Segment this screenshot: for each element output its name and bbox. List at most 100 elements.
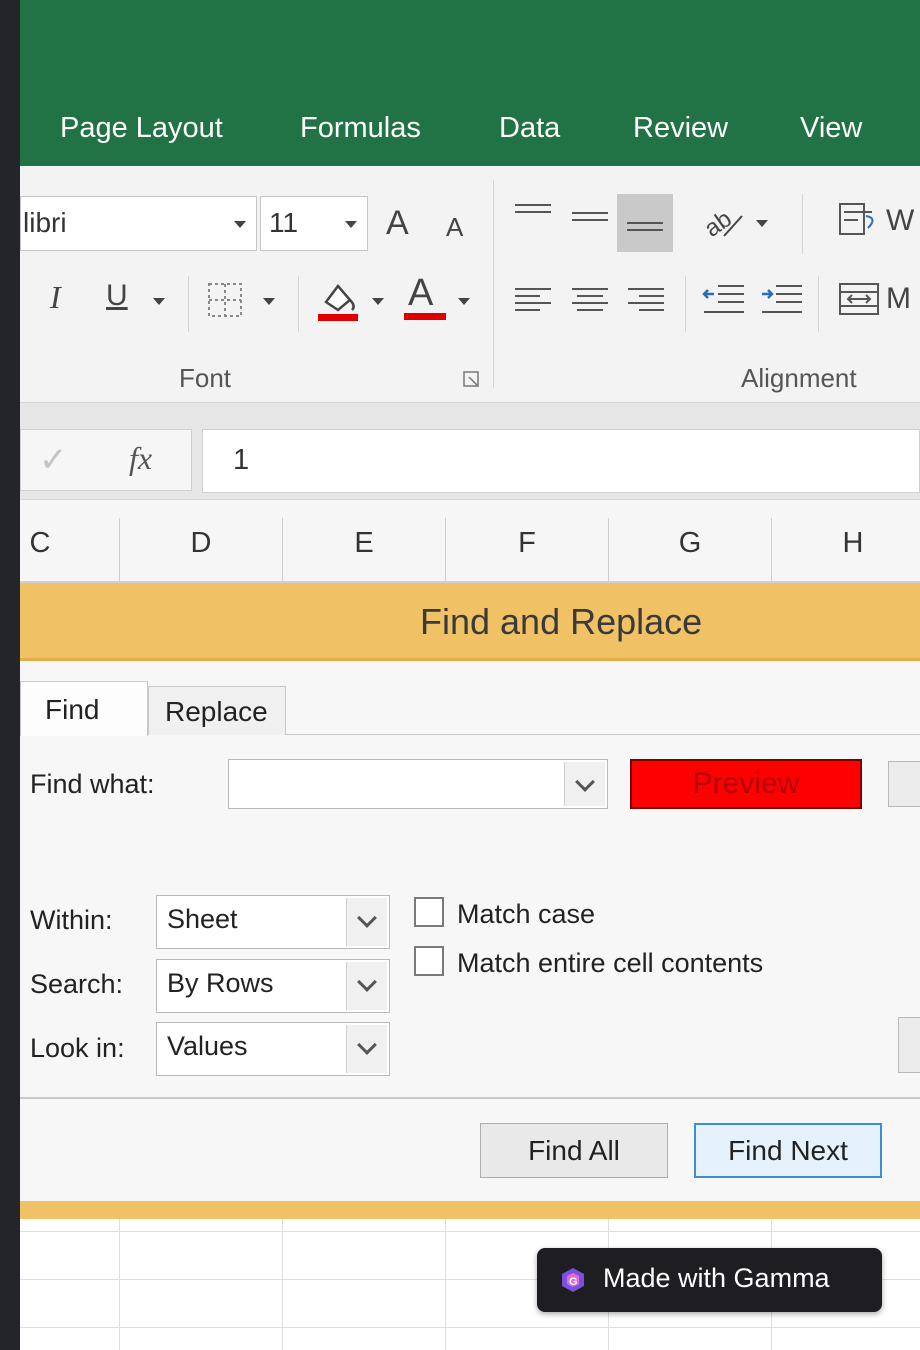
tab-data[interactable]: Data xyxy=(499,108,560,148)
preview-button[interactable]: Preview xyxy=(630,759,862,809)
button-area-divider xyxy=(20,1097,920,1099)
borders-dropdown-icon[interactable] xyxy=(263,298,275,305)
column-header-c[interactable]: C xyxy=(20,500,60,582)
merge-center-icon[interactable] xyxy=(838,280,882,320)
formula-input[interactable]: 1 xyxy=(202,429,920,493)
look-in-dropdown-button[interactable] xyxy=(346,1025,387,1073)
tab-review[interactable]: Review xyxy=(633,108,728,148)
tab-replace-label: Replace xyxy=(165,696,268,727)
find-what-input[interactable] xyxy=(228,759,608,809)
font-name-combo[interactable]: libri xyxy=(20,196,257,251)
match-case-label[interactable]: Match case xyxy=(457,899,595,930)
chevron-down-icon xyxy=(357,972,377,992)
gamma-badge-label: Made with Gamma xyxy=(603,1263,830,1293)
underline-icon[interactable]: U xyxy=(106,279,128,313)
font-color-icon[interactable]: A xyxy=(408,272,433,315)
borders-icon[interactable] xyxy=(205,280,245,320)
column-header-e[interactable]: E xyxy=(283,500,445,582)
svg-text:ab: ab xyxy=(700,205,737,242)
grid-col-line xyxy=(282,1219,283,1350)
increase-indent-icon[interactable] xyxy=(758,280,804,320)
bottom-align-icon xyxy=(627,222,663,236)
tab-find[interactable]: Find xyxy=(20,681,148,736)
group-separator xyxy=(493,180,494,388)
column-header-d[interactable]: D xyxy=(120,500,282,582)
orientation-dropdown-icon[interactable] xyxy=(756,220,768,227)
search-select[interactable]: By Rows xyxy=(156,959,390,1013)
font-dialog-launcher-icon[interactable] xyxy=(462,370,482,390)
separator xyxy=(802,194,803,254)
match-entire-checkbox[interactable] xyxy=(414,946,444,976)
within-value: Sheet xyxy=(167,904,238,934)
separator xyxy=(818,276,819,332)
formula-bar: ✓ fx 1 xyxy=(20,429,920,499)
column-header-g[interactable]: G xyxy=(609,500,771,582)
align-left-icon[interactable] xyxy=(515,288,551,316)
merge-center-label[interactable]: M xyxy=(886,282,911,316)
search-label: Search: xyxy=(30,969,124,999)
find-next-label: Find Next xyxy=(728,1135,848,1166)
options-button-partial[interactable] xyxy=(898,1017,920,1073)
separator xyxy=(188,276,189,332)
separator xyxy=(298,276,299,332)
left-edge-strip xyxy=(0,0,20,1350)
within-dropdown-button[interactable] xyxy=(346,898,387,946)
tab-formulas[interactable]: Formulas xyxy=(300,108,421,148)
within-label: Within: xyxy=(30,905,113,935)
font-size-combo[interactable]: 11 xyxy=(260,196,368,251)
decrease-indent-icon[interactable] xyxy=(700,280,746,320)
formula-buttons: ✓ fx xyxy=(20,429,192,491)
format-button-partial[interactable] xyxy=(888,761,920,807)
grid-row-line xyxy=(20,1231,920,1232)
underline-dropdown-icon[interactable] xyxy=(153,298,165,305)
tab-replace[interactable]: Replace xyxy=(148,686,286,735)
font-color-bar xyxy=(404,313,446,320)
formula-value: 1 xyxy=(233,444,250,476)
find-all-button[interactable]: Find All xyxy=(480,1123,668,1178)
find-what-dropdown-button[interactable] xyxy=(564,762,605,806)
wrap-text-icon[interactable] xyxy=(838,200,882,240)
chevron-down-icon xyxy=(575,772,595,792)
enter-check-icon[interactable]: ✓ xyxy=(39,440,68,480)
column-header-row: C D E F G H xyxy=(20,499,920,583)
middle-align-icon[interactable] xyxy=(572,212,608,226)
column-header-f[interactable]: F xyxy=(446,500,608,582)
search-dropdown-button[interactable] xyxy=(346,962,387,1010)
look-in-select[interactable]: Values xyxy=(156,1022,390,1076)
fill-color-icon[interactable] xyxy=(314,276,360,324)
align-center-icon[interactable] xyxy=(572,288,608,316)
orientation-icon[interactable]: ab xyxy=(700,198,748,242)
match-case-checkbox[interactable] xyxy=(414,897,444,927)
bottom-align-button-active[interactable] xyxy=(617,194,673,252)
top-align-icon[interactable] xyxy=(515,204,551,218)
match-entire-label[interactable]: Match entire cell contents xyxy=(457,948,763,979)
italic-icon[interactable]: I xyxy=(50,279,61,316)
dialog-title-bar: Find and Replace xyxy=(20,583,920,661)
svg-text:G: G xyxy=(569,1276,578,1288)
fill-color-dropdown-icon[interactable] xyxy=(372,298,384,305)
column-header-h[interactable]: H xyxy=(772,500,920,582)
look-in-value: Values xyxy=(167,1031,248,1061)
wrap-text-label[interactable]: W xyxy=(886,204,914,238)
find-next-button[interactable]: Find Next xyxy=(694,1123,882,1178)
chevron-down-icon xyxy=(357,1035,377,1055)
font-name-value: libri xyxy=(23,207,67,238)
search-value: By Rows xyxy=(167,968,274,998)
within-select[interactable]: Sheet xyxy=(156,895,390,949)
dialog-bottom-border xyxy=(20,1201,920,1219)
align-right-icon[interactable] xyxy=(628,288,664,316)
font-group-label: Font xyxy=(179,363,232,393)
find-all-label: Find All xyxy=(528,1135,620,1166)
look-in-label: Look in: xyxy=(30,1033,125,1063)
font-color-dropdown-icon[interactable] xyxy=(458,298,470,305)
grid-col-line xyxy=(119,1219,120,1350)
shrink-font-icon[interactable]: A xyxy=(446,212,463,243)
insert-function-icon[interactable]: fx xyxy=(129,440,152,477)
ribbon-tabs-bar: Page Layout Formulas Data Review View xyxy=(20,0,920,166)
tab-page-layout[interactable]: Page Layout xyxy=(60,108,223,148)
find-replace-dialog: Find Replace Find what: Preview Within: … xyxy=(20,661,920,1201)
grow-font-icon[interactable]: A xyxy=(386,204,409,243)
made-with-gamma-badge[interactable]: G Made with Gamma xyxy=(537,1248,882,1312)
tab-view[interactable]: View xyxy=(800,108,862,148)
dialog-title: Find and Replace xyxy=(420,601,703,642)
